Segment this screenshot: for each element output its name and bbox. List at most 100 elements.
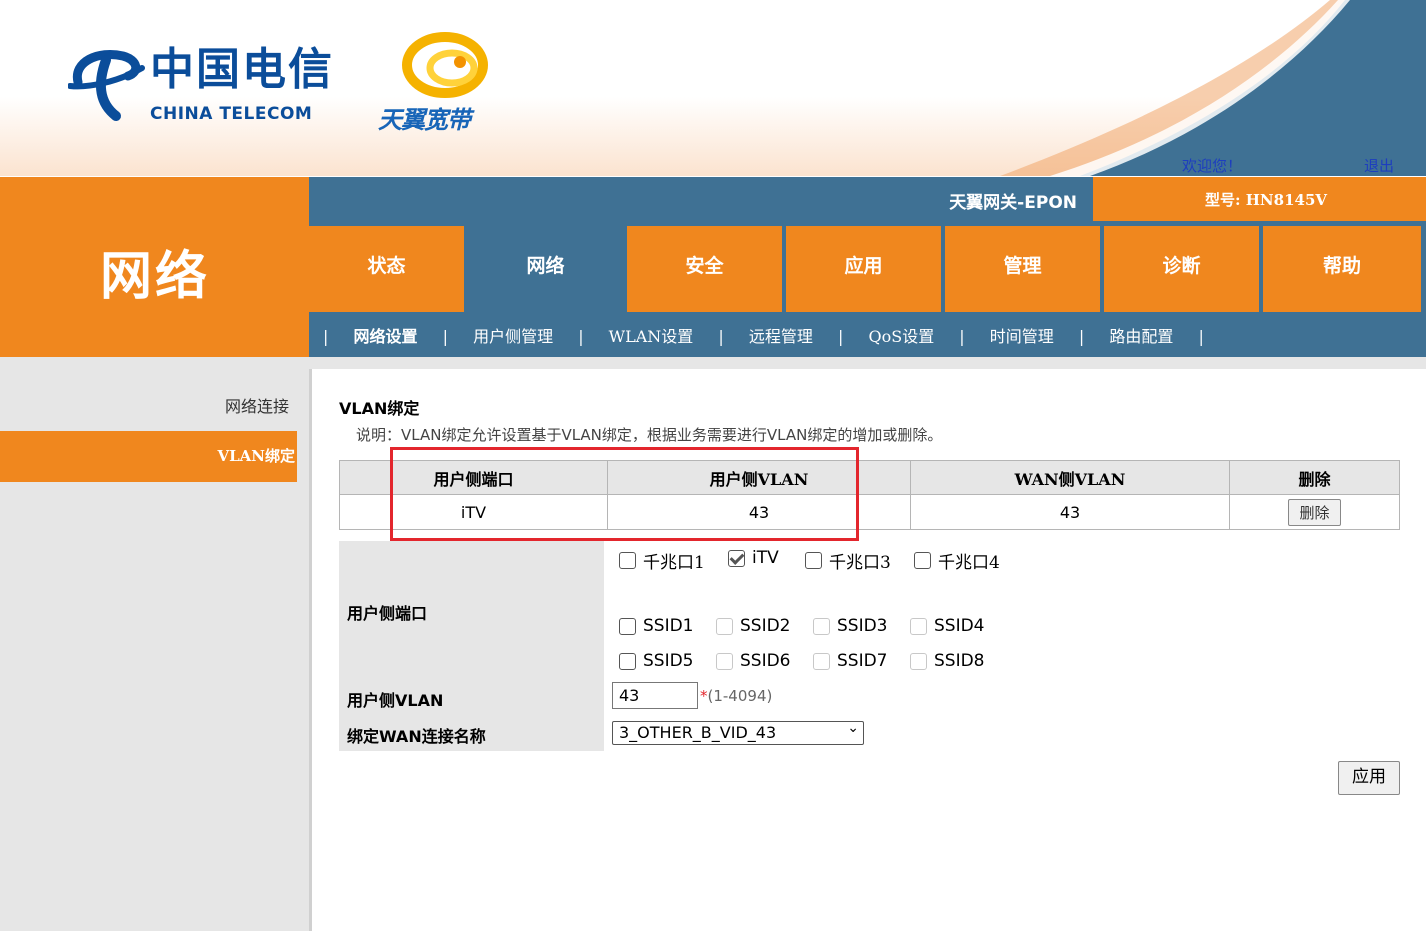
- ssid-checkbox-6: SSID6: [716, 651, 791, 671]
- checkbox[interactable]: [914, 552, 931, 569]
- nav-tab-management[interactable]: 管理: [945, 226, 1100, 312]
- checkbox-disabled: [716, 617, 733, 635]
- form-label-column: [339, 541, 604, 751]
- sidebar-item-vlan-binding[interactable]: VLAN绑定: [0, 431, 297, 482]
- china-telecom-logo-icon: [68, 50, 145, 121]
- column-header-wan-vlan: WAN侧VLAN: [910, 460, 1230, 495]
- page-title: VLAN绑定: [339, 399, 420, 418]
- checkbox-label: 千兆口3: [829, 553, 891, 573]
- sidebar-item-network-connection[interactable]: 网络连接: [225, 393, 289, 417]
- logout-link[interactable]: 退出: [1364, 155, 1394, 176]
- wan-connection-label: 绑定WAN连接名称: [347, 727, 486, 746]
- page-description: 说明：VLAN绑定允许设置基于VLAN绑定，根据业务需要进行VLAN绑定的增加或…: [356, 426, 943, 444]
- section-title: 网络: [100, 246, 211, 307]
- delete-button[interactable]: 删除: [1288, 498, 1341, 526]
- gateway-title: 天翼网关-EPON: [949, 193, 1077, 213]
- content-left-shadow: [309, 369, 312, 931]
- brand-tianyi-logo-text: 天翼宽带: [378, 106, 471, 134]
- subnav-item-wlan-settings[interactable]: WLAN设置: [609, 327, 694, 346]
- checkbox-label: iTV: [752, 548, 779, 568]
- nav-tab-help[interactable]: 帮助: [1263, 226, 1421, 312]
- ssid-checkbox-2: SSID2: [716, 616, 791, 636]
- checkbox-disabled: [910, 652, 927, 670]
- model-bar: 型号: HN8145V: [1093, 177, 1426, 221]
- port-checkbox-itv[interactable]: iTV: [728, 548, 779, 568]
- checkbox-checked[interactable]: [728, 549, 745, 567]
- vlan-range-text: (1-4094): [707, 687, 773, 705]
- checkbox[interactable]: [619, 652, 636, 670]
- subnav-separator: |: [323, 327, 329, 346]
- ssid-checkbox-5[interactable]: SSID5: [619, 651, 694, 671]
- chevron-down-icon: ⌄: [847, 720, 859, 736]
- checkbox-label: SSID6: [740, 651, 791, 671]
- highlight-box: [390, 447, 859, 541]
- subnav-item-network-settings[interactable]: 网络设置: [353, 327, 417, 346]
- subnav-separator: |: [718, 327, 724, 346]
- header-banner: 中国电信 CHINA TELECOM 天翼宽带 欢迎您！ 退出: [0, 0, 1426, 176]
- checkbox-label: SSID4: [934, 616, 985, 636]
- wan-select-value: 3_OTHER_B_VID_43: [619, 723, 777, 742]
- sidebar-item-label: VLAN绑定: [217, 447, 295, 465]
- checkbox-label: SSID5: [643, 651, 694, 671]
- subnav-item-lan-management[interactable]: 用户侧管理: [473, 327, 553, 346]
- required-star: *: [700, 687, 708, 705]
- content-top-divider: [309, 357, 1426, 369]
- ssid-checkbox-1[interactable]: SSID1: [619, 616, 694, 636]
- port-checkbox-ge1[interactable]: 千兆口1: [619, 548, 705, 573]
- port-checkbox-ge3[interactable]: 千兆口3: [805, 548, 891, 573]
- checkbox-disabled: [813, 617, 830, 635]
- subnav-item-qos-settings[interactable]: QoS设置: [868, 327, 934, 346]
- checkbox-disabled: [813, 652, 830, 670]
- subnav-separator: |: [442, 327, 448, 346]
- subnav-separator: |: [1198, 327, 1204, 346]
- section-header-block: 网络: [0, 177, 309, 357]
- checkbox-disabled: [716, 652, 733, 670]
- nav-tab-application[interactable]: 应用: [786, 226, 941, 312]
- brand-cn-logo-text: 中国电信: [150, 44, 334, 95]
- user-port-label: 用户侧端口: [347, 604, 428, 623]
- user-vlan-label: 用户侧VLAN: [347, 691, 444, 710]
- main-nav: 状态 网络 安全 应用 管理 诊断 帮助: [309, 221, 1426, 312]
- port-checkbox-ge4[interactable]: 千兆口4: [914, 548, 1000, 573]
- subnav-separator: |: [959, 327, 965, 346]
- subnav-item-route-config[interactable]: 路由配置: [1109, 327, 1173, 346]
- checkbox[interactable]: [619, 552, 636, 569]
- nav-tab-diagnosis[interactable]: 诊断: [1104, 226, 1259, 312]
- ssid-checkbox-8: SSID8: [910, 651, 985, 671]
- checkbox-label: SSID2: [740, 616, 791, 636]
- sidebar: 网络连接 VLAN绑定: [0, 357, 309, 931]
- subnav-separator: |: [838, 327, 844, 346]
- ssid-checkbox-7: SSID7: [813, 651, 888, 671]
- ssid-checkbox-4: SSID4: [910, 616, 985, 636]
- checkbox-label: SSID7: [837, 651, 888, 671]
- welcome-text: 欢迎您！: [1182, 157, 1243, 175]
- checkbox-disabled: [910, 617, 927, 635]
- wan-connection-select[interactable]: 3_OTHER_B_VID_43 ⌄: [612, 720, 864, 745]
- sub-nav: | 网络设置 | 用户侧管理 | WLAN设置 | 远程管理 | QoS设置 |…: [309, 312, 1426, 357]
- checkbox[interactable]: [619, 617, 636, 635]
- checkbox-label: 千兆口1: [643, 553, 705, 573]
- tianyi-logo-icon: [402, 32, 488, 98]
- subnav-item-remote-management[interactable]: 远程管理: [749, 327, 813, 346]
- user-vlan-input[interactable]: [612, 682, 698, 709]
- cell-wan-vlan: 43: [910, 494, 1230, 530]
- nav-tab-security[interactable]: 安全: [627, 226, 782, 312]
- checkbox-label: SSID8: [934, 651, 985, 671]
- ssid-checkbox-3: SSID3: [813, 616, 888, 636]
- subnav-item-time-management[interactable]: 时间管理: [990, 327, 1054, 346]
- gateway-bar: 天翼网关-EPON: [309, 177, 1093, 221]
- checkbox-label: SSID1: [643, 616, 694, 636]
- nav-tab-status[interactable]: 状态: [309, 226, 464, 312]
- vlan-range-hint: *(1-4094): [700, 687, 772, 705]
- checkbox[interactable]: [805, 552, 822, 569]
- checkbox-label: 千兆口4: [938, 553, 1000, 573]
- subnav-separator: |: [578, 327, 584, 346]
- nav-tab-network[interactable]: 网络: [468, 226, 623, 312]
- apply-button[interactable]: 应用: [1338, 761, 1400, 795]
- brand-en-logo-text: CHINA TELECOM: [150, 104, 313, 124]
- column-header-delete: 删除: [1229, 460, 1400, 495]
- checkbox-label: SSID3: [837, 616, 888, 636]
- subnav-separator: |: [1078, 327, 1085, 346]
- model-text: 型号: HN8145V: [1205, 191, 1328, 209]
- cell-delete: 删除: [1229, 494, 1400, 530]
